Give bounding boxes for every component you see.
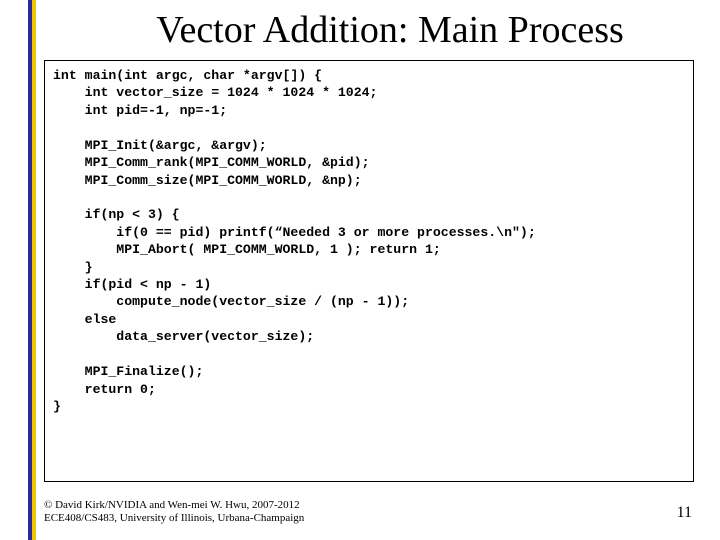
footer: © David Kirk/NVIDIA and Wen-mei W. Hwu, … xyxy=(44,499,304,527)
code-box: int main(int argc, char *argv[]) { int v… xyxy=(44,60,694,482)
code-block: int main(int argc, char *argv[]) { int v… xyxy=(53,67,685,415)
footer-line-2: ECE408/CS483, University of Illinois, Ur… xyxy=(44,512,304,524)
footer-line-1: © David Kirk/NVIDIA and Wen-mei W. Hwu, … xyxy=(44,499,300,511)
accent-bar xyxy=(28,0,36,540)
page-number: 11 xyxy=(677,504,692,522)
slide-title: Vector Addition: Main Process xyxy=(80,8,700,52)
accent-stripe-yellow xyxy=(32,0,36,540)
